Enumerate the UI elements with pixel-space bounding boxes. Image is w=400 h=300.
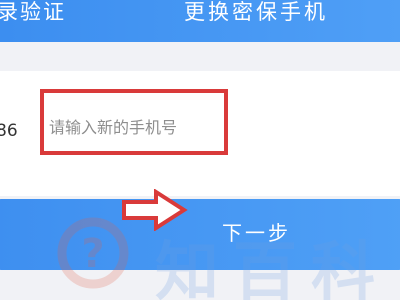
step-login-verify: 录验证 [0, 0, 66, 24]
country-code[interactable]: 86 [0, 121, 18, 141]
next-step-button[interactable]: 下一步 [0, 199, 400, 270]
next-step-label: 下一步 [222, 221, 291, 245]
right-arrow-icon [122, 189, 188, 231]
change-phone-page: 录验证 更换密保手机 86 下一步 ? 知百科 [0, 0, 400, 300]
step-change-phone: 更换密保手机 [184, 0, 328, 24]
step-header: 录验证 更换密保手机 [0, 0, 400, 42]
phone-input-row: 86 [0, 71, 400, 196]
new-phone-input[interactable] [49, 107, 239, 147]
